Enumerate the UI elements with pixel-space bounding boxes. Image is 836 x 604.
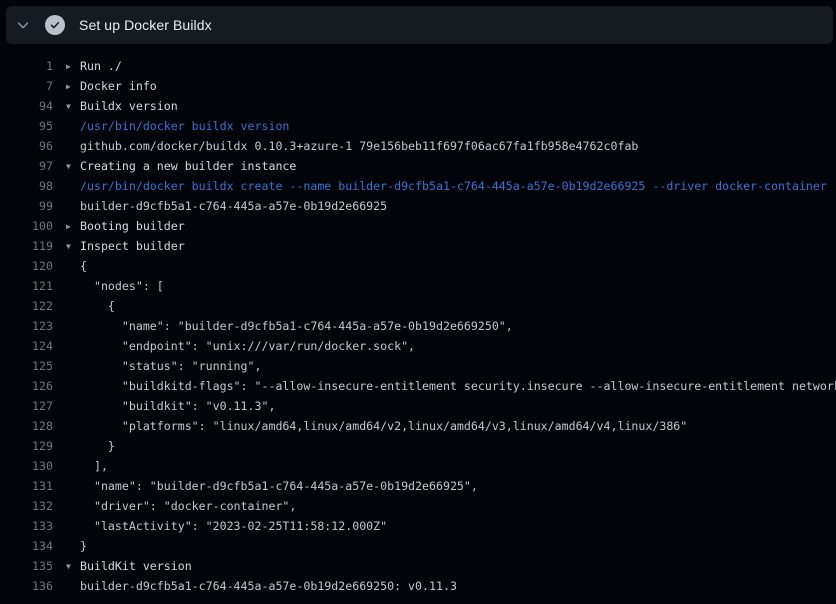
line-number[interactable]: 120 — [0, 256, 53, 276]
log-row: 130 ], — [0, 456, 836, 476]
log-row: 134 } — [0, 536, 836, 556]
log-command-text: /usr/bin/docker buildx create --name bui… — [66, 176, 827, 196]
log-row: 98 /usr/bin/docker buildx create --name … — [0, 176, 836, 196]
log-command-text: /usr/bin/docker buildx version — [66, 116, 289, 136]
log-output-text: "driver": "docker-container", — [66, 496, 296, 516]
disclosure-triangle-icon — [66, 77, 80, 96]
check-circle-icon — [45, 15, 65, 35]
log-output-text: "endpoint": "unix:///var/run/docker.sock… — [66, 336, 415, 356]
log-group-title[interactable]: Inspect builder — [80, 239, 185, 253]
log-group-title[interactable]: Buildx version — [80, 99, 178, 113]
log-output-text: { — [66, 296, 115, 316]
line-number[interactable]: 99 — [0, 196, 53, 216]
line-number[interactable]: 1 — [0, 56, 53, 76]
disclosure-triangle-icon — [66, 57, 80, 76]
log-output-text: ], — [66, 456, 108, 476]
log-row[interactable]: 94 Buildx version — [0, 96, 836, 116]
log-row[interactable]: 1 Run ./ — [0, 56, 836, 76]
line-number[interactable]: 97 — [0, 156, 53, 176]
disclosure-triangle-icon — [66, 217, 80, 236]
log-output-text: "buildkitd-flags": "--allow-insecure-ent… — [66, 376, 836, 396]
log-row: 132 "driver": "docker-container", — [0, 496, 836, 516]
log-output-text: "status": "running", — [66, 356, 261, 376]
log-output-text: { — [66, 256, 87, 276]
log-row: 129 } — [0, 436, 836, 456]
log-row: 120 { — [0, 256, 836, 276]
disclosure-triangle-icon — [66, 557, 80, 576]
line-number[interactable]: 129 — [0, 436, 53, 456]
log-group-title[interactable]: BuildKit version — [80, 559, 192, 573]
log-row: 127 "buildkit": "v0.11.3", — [0, 396, 836, 416]
log-console: 1 Run ./ 7 Docker info 94 Buildx version… — [0, 56, 836, 596]
log-output-text: builder-d9cfb5a1-c764-445a-a57e-0b19d2e6… — [66, 576, 457, 596]
line-number[interactable]: 135 — [0, 556, 53, 576]
log-group-title[interactable]: Creating a new builder instance — [80, 159, 296, 173]
log-row: 131 "name": "builder-d9cfb5a1-c764-445a-… — [0, 476, 836, 496]
log-output-text: } — [66, 536, 87, 556]
log-row: 126 "buildkitd-flags": "--allow-insecure… — [0, 376, 836, 396]
log-row: 95 /usr/bin/docker buildx version — [0, 116, 836, 136]
line-number[interactable]: 127 — [0, 396, 53, 416]
line-number[interactable]: 96 — [0, 136, 53, 156]
log-output-text: } — [66, 436, 115, 456]
log-output-text: "name": "builder-d9cfb5a1-c764-445a-a57e… — [66, 476, 478, 496]
log-group-title[interactable]: Run ./ — [80, 59, 122, 73]
line-number[interactable]: 123 — [0, 316, 53, 336]
line-number[interactable]: 119 — [0, 236, 53, 256]
disclosure-triangle-icon — [66, 237, 80, 256]
log-output-text: "lastActivity": "2023-02-25T11:58:12.000… — [66, 516, 387, 536]
line-number[interactable]: 100 — [0, 216, 53, 236]
log-row: 121 "nodes": [ — [0, 276, 836, 296]
log-row: 124 "endpoint": "unix:///var/run/docker.… — [0, 336, 836, 356]
chevron-down-icon[interactable] — [15, 17, 31, 33]
line-number[interactable]: 124 — [0, 336, 53, 356]
line-number[interactable]: 131 — [0, 476, 53, 496]
log-row[interactable]: 7 Docker info — [0, 76, 836, 96]
line-number[interactable]: 130 — [0, 456, 53, 476]
log-group-title[interactable]: Booting builder — [80, 219, 185, 233]
log-row: 99 builder-d9cfb5a1-c764-445a-a57e-0b19d… — [0, 196, 836, 216]
log-row[interactable]: 97 Creating a new builder instance — [0, 156, 836, 176]
log-output-text: "platforms": "linux/amd64,linux/amd64/v2… — [66, 416, 687, 436]
log-output-text: builder-d9cfb5a1-c764-445a-a57e-0b19d2e6… — [66, 196, 387, 216]
disclosure-triangle-icon — [66, 97, 80, 116]
line-number[interactable]: 126 — [0, 376, 53, 396]
log-row: 136 builder-d9cfb5a1-c764-445a-a57e-0b19… — [0, 576, 836, 596]
line-number[interactable]: 125 — [0, 356, 53, 376]
line-number[interactable]: 7 — [0, 76, 53, 96]
line-number[interactable]: 136 — [0, 576, 53, 596]
line-number[interactable]: 121 — [0, 276, 53, 296]
line-number[interactable]: 128 — [0, 416, 53, 436]
log-row: 122 { — [0, 296, 836, 316]
log-row: 125 "status": "running", — [0, 356, 836, 376]
log-row[interactable]: 119 Inspect builder — [0, 236, 836, 256]
log-group-title[interactable]: Docker info — [80, 79, 157, 93]
log-row: 133 "lastActivity": "2023-02-25T11:58:12… — [0, 516, 836, 536]
line-number[interactable]: 134 — [0, 536, 53, 556]
step-title: Set up Docker Buildx — [79, 17, 212, 33]
line-number[interactable]: 95 — [0, 116, 53, 136]
line-number[interactable]: 122 — [0, 296, 53, 316]
disclosure-triangle-icon — [66, 157, 80, 176]
line-number[interactable]: 98 — [0, 176, 53, 196]
log-output-text: "nodes": [ — [66, 276, 164, 296]
log-row: 123 "name": "builder-d9cfb5a1-c764-445a-… — [0, 316, 836, 336]
line-number[interactable]: 132 — [0, 496, 53, 516]
log-output-text: "name": "builder-d9cfb5a1-c764-445a-a57e… — [66, 316, 513, 336]
line-number[interactable]: 133 — [0, 516, 53, 536]
log-output-text: github.com/docker/buildx 0.10.3+azure-1 … — [66, 136, 638, 156]
log-row: 128 "platforms": "linux/amd64,linux/amd6… — [0, 416, 836, 436]
line-number[interactable]: 94 — [0, 96, 53, 116]
log-row[interactable]: 135 BuildKit version — [0, 556, 836, 576]
log-row: 96 github.com/docker/buildx 0.10.3+azure… — [0, 136, 836, 156]
log-output-text: "buildkit": "v0.11.3", — [66, 396, 275, 416]
log-row[interactable]: 100 Booting builder — [0, 216, 836, 236]
step-header[interactable]: Set up Docker Buildx — [6, 6, 833, 44]
